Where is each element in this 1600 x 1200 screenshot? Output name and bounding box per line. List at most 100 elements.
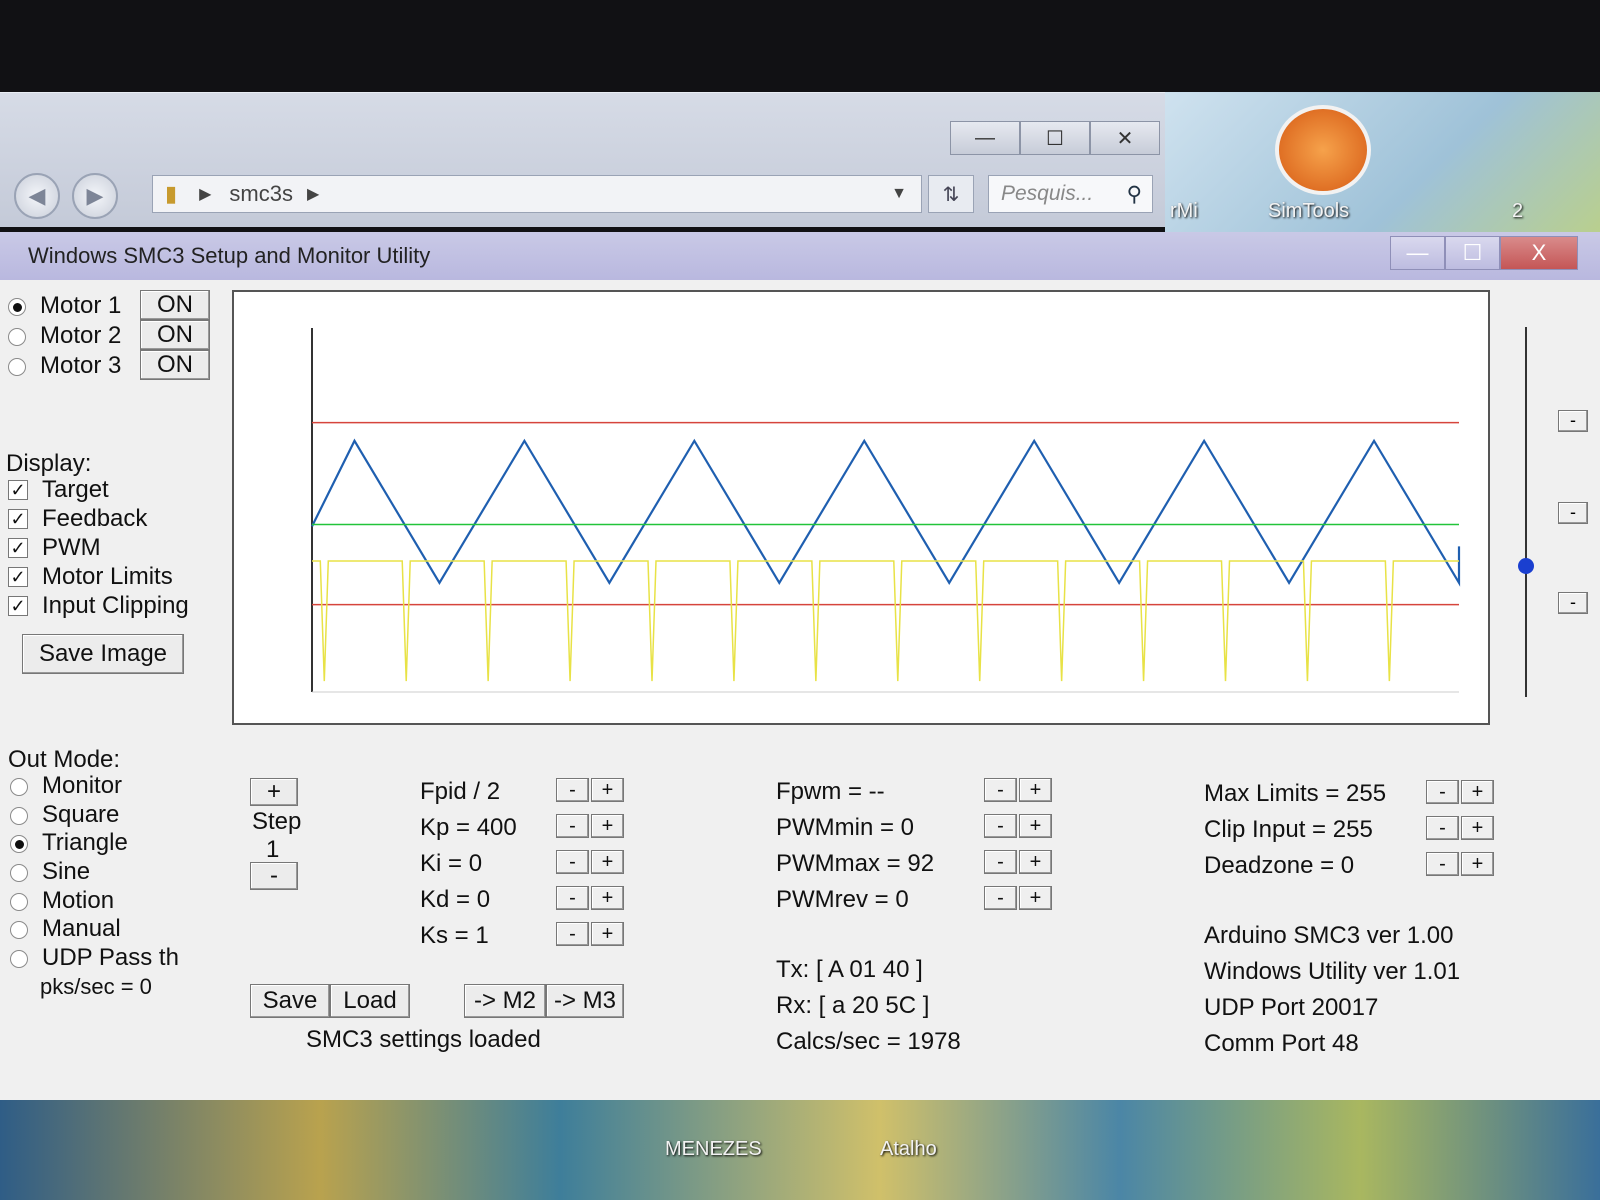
motor-3-radio[interactable] <box>8 358 26 376</box>
motor-limits-checkbox[interactable]: ✓ <box>8 567 28 587</box>
breadcrumb-folder[interactable]: smc3s <box>229 181 293 207</box>
motion-radio[interactable] <box>10 893 28 911</box>
desktop-icon-label: rMi <box>1170 200 1198 222</box>
decrease-button[interactable]: - <box>984 850 1017 874</box>
desktop-icon-label: MENEZES <box>665 1138 762 1160</box>
motor-1-radio[interactable] <box>8 298 26 316</box>
decrease-button[interactable]: - <box>556 922 589 946</box>
save-image-button[interactable]: Save Image <box>22 634 184 674</box>
maximize-button[interactable]: ☐ <box>1445 236 1500 270</box>
monitor-radio[interactable] <box>10 778 28 796</box>
comm-port: Comm Port 48 <box>1204 1030 1359 1057</box>
sine-radio[interactable] <box>10 864 28 882</box>
maximize-button[interactable]: ☐ <box>1020 121 1090 155</box>
input-clipping-checkbox[interactable]: ✓ <box>8 596 28 616</box>
copy-to-m2-button[interactable]: -> M2 <box>464 984 546 1018</box>
udp-pass-through-radio[interactable] <box>10 950 28 968</box>
search-input[interactable]: Pesquis... ⚲ <box>988 175 1153 213</box>
decrease-button[interactable]: - <box>556 850 589 874</box>
decrease-button[interactable]: - <box>984 814 1017 838</box>
window-controls: — ☐ X <box>1390 236 1578 270</box>
increase-button[interactable]: + <box>1019 886 1052 910</box>
back-arrow-icon[interactable]: ◀ <box>14 173 60 219</box>
pwm-label: PWM <box>42 534 101 561</box>
vertical-slider-thumb[interactable] <box>1518 558 1534 574</box>
increase-button[interactable]: + <box>591 922 624 946</box>
status-text: SMC3 settings loaded <box>306 1026 541 1053</box>
increase-button[interactable]: + <box>591 814 624 838</box>
increase-button[interactable]: + <box>1461 780 1494 804</box>
udp-port: UDP Port 20017 <box>1204 994 1379 1021</box>
motor-2-toggle[interactable]: ON <box>140 320 210 350</box>
scale-button[interactable]: - <box>1558 410 1588 432</box>
step-decrease-button[interactable]: - <box>250 862 298 890</box>
minimize-button[interactable]: — <box>1390 236 1445 270</box>
motor-2-radio[interactable] <box>8 328 26 346</box>
increase-button[interactable]: + <box>591 778 624 802</box>
increase-button[interactable]: + <box>1019 778 1052 802</box>
feedback-checkbox[interactable]: ✓ <box>8 509 28 529</box>
refresh-icon[interactable]: ⇅ <box>928 175 974 213</box>
decrease-button[interactable]: - <box>984 886 1017 910</box>
decrease-button[interactable]: - <box>1426 780 1459 804</box>
square-label: Square <box>42 801 120 828</box>
fpid-label: Fpid / 2 <box>420 778 501 805</box>
increase-button[interactable]: + <box>1019 850 1052 874</box>
manual-label: Manual <box>42 915 121 942</box>
max-limits-stepper: - + <box>1426 780 1496 804</box>
scale-button[interactable]: - <box>1558 592 1588 614</box>
fpwm-stepper: - + <box>984 778 1054 802</box>
motor-1-toggle[interactable]: ON <box>140 290 210 320</box>
vertical-slider-track[interactable] <box>1525 327 1527 697</box>
motor-3-toggle[interactable]: ON <box>140 350 210 380</box>
scope-chart <box>311 328 1461 693</box>
desktop-icon-label: 2 <box>1512 200 1524 222</box>
kp-label: Kp = 400 <box>420 814 517 841</box>
decrease-button[interactable]: - <box>1426 852 1459 876</box>
increase-button[interactable]: + <box>1019 814 1052 838</box>
kd-label: Kd = 0 <box>420 886 491 913</box>
decrease-button[interactable]: - <box>984 778 1017 802</box>
chevron-down-icon[interactable]: ▼ <box>891 185 907 203</box>
minimize-button[interactable]: — <box>950 121 1020 155</box>
increase-button[interactable]: + <box>1461 816 1494 840</box>
scope-display <box>232 290 1490 725</box>
square-radio[interactable] <box>10 807 28 825</box>
close-button[interactable]: ✕ <box>1090 121 1160 155</box>
explorer-window-controls: — ☐ ✕ <box>950 121 1160 155</box>
triangle-radio[interactable] <box>10 835 28 853</box>
ki-stepper: - + <box>556 850 626 874</box>
decrease-button[interactable]: - <box>556 778 589 802</box>
manual-radio[interactable] <box>10 921 28 939</box>
increase-button[interactable]: + <box>591 850 624 874</box>
step-increase-button[interactable]: + <box>250 778 298 806</box>
increase-button[interactable]: + <box>591 886 624 910</box>
desktop-wallpaper <box>1165 92 1600 232</box>
address-bar[interactable]: ▮ ▶ smc3s ▶ ▼ <box>152 175 922 213</box>
decrease-button[interactable]: - <box>1426 816 1459 840</box>
title-bar: Windows SMC3 Setup and Monitor Utility —… <box>0 232 1600 280</box>
folder-icon: ▮ <box>165 181 178 206</box>
target-checkbox[interactable]: ✓ <box>8 480 28 500</box>
copy-to-m3-button[interactable]: -> M3 <box>546 984 624 1018</box>
increase-button[interactable]: + <box>1461 852 1494 876</box>
decrease-button[interactable]: - <box>556 814 589 838</box>
explorer-window: — ☐ ✕ ◀ ▶ ▮ ▶ smc3s ▶ ▼ ⇅ Pesquis... ⚲ <box>0 92 1165 227</box>
ks-label: Ks = 1 <box>420 922 489 949</box>
forward-arrow-icon[interactable]: ▶ <box>72 173 118 219</box>
monitor-label: Monitor <box>42 772 123 799</box>
feedback-label: Feedback <box>42 505 148 532</box>
scale-button[interactable]: - <box>1558 502 1588 524</box>
ks-stepper: - + <box>556 922 626 946</box>
pwmmax-label: PWMmax = 92 <box>776 850 935 877</box>
motor-3-label: Motor 3 <box>40 352 122 379</box>
pwm-checkbox[interactable]: ✓ <box>8 538 28 558</box>
search-placeholder: Pesquis... <box>1001 182 1094 205</box>
deadzone-label: Deadzone = 0 <box>1204 852 1355 879</box>
load-settings-button[interactable]: Load <box>330 984 410 1018</box>
simtools-desktop-icon[interactable] <box>1275 105 1371 195</box>
decrease-button[interactable]: - <box>556 886 589 910</box>
smc3-window: Windows SMC3 Setup and Monitor Utility —… <box>0 232 1600 1104</box>
close-button[interactable]: X <box>1500 236 1578 270</box>
save-settings-button[interactable]: Save <box>250 984 330 1018</box>
